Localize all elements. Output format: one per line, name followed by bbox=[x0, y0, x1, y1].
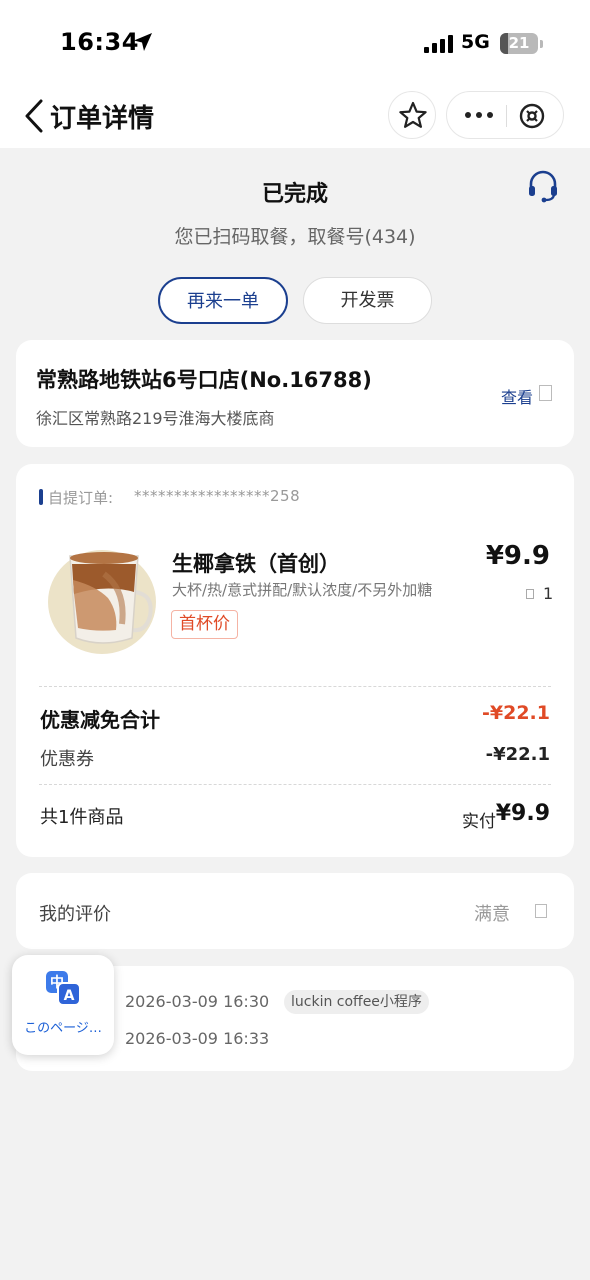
mini-program-capsule bbox=[446, 91, 564, 139]
customer-service-headset-icon[interactable] bbox=[526, 168, 560, 204]
translate-widget[interactable]: 中 A このページ… bbox=[12, 955, 114, 1055]
status-time: 16:34 bbox=[60, 28, 139, 56]
order-source-badge: luckin coffee小程序 bbox=[284, 990, 429, 1014]
chevron-right-icon bbox=[539, 385, 552, 401]
coupon-label: 优惠券 bbox=[40, 749, 94, 770]
translate-icon: 中 A bbox=[46, 971, 81, 1006]
translate-label: このページ… bbox=[24, 1021, 102, 1036]
store-address: 徐汇区常熟路219号淮海大楼底商 bbox=[36, 409, 275, 428]
battery-tip bbox=[540, 40, 543, 48]
star-icon bbox=[399, 101, 427, 128]
product-name: 生椰拿铁（首创） bbox=[172, 552, 340, 576]
reorder-button[interactable]: 再来一单 bbox=[158, 277, 288, 324]
divider bbox=[39, 784, 551, 785]
order-type-marker bbox=[39, 489, 43, 505]
product-image bbox=[48, 550, 156, 654]
capsule-divider bbox=[506, 105, 507, 127]
more-dots-icon[interactable] bbox=[459, 100, 499, 130]
review-label: 我的评价 bbox=[39, 904, 111, 925]
signal-icon bbox=[424, 35, 453, 53]
review-value: 满意 bbox=[474, 904, 510, 925]
first-cup-price-tag: 首杯价 bbox=[171, 610, 238, 639]
discount-total-value: -¥22.1 bbox=[482, 702, 550, 724]
nav-bar: 订单详情 bbox=[0, 88, 590, 146]
close-circle-icon[interactable] bbox=[517, 101, 547, 131]
order-type-label: 自提订单: bbox=[48, 489, 114, 507]
store-name: 常熟路地铁站6号口店(No.16788) bbox=[36, 368, 372, 392]
store-card[interactable]: 常熟路地铁站6号口店(No.16788) 徐汇区常熟路219号淮海大楼底商 查看 bbox=[16, 340, 574, 447]
chevron-right-icon bbox=[535, 904, 547, 918]
battery-percent: 21 bbox=[508, 34, 530, 52]
complete-time: 2026-03-09 16:33 bbox=[125, 1029, 270, 1048]
favorite-button[interactable] bbox=[388, 91, 436, 139]
pickup-info: 您已扫码取餐，取餐号(434) bbox=[174, 226, 416, 248]
order-time: 2026-03-09 16:30 bbox=[125, 992, 270, 1011]
location-arrow-icon bbox=[134, 33, 152, 51]
review-card[interactable]: 我的评价 满意 bbox=[16, 873, 574, 949]
network-type: 5G bbox=[461, 31, 490, 53]
order-number: *****************258 bbox=[134, 487, 301, 505]
order-card: 自提订单: *****************258 生椰拿铁（首创） 大杯/热… bbox=[16, 464, 574, 857]
product-spec: 大杯/热/意式拼配/默认浓度/不另外加糖 bbox=[172, 581, 433, 599]
order-status-title: 已完成 bbox=[261, 182, 328, 207]
battery-icon: 21 bbox=[500, 33, 538, 54]
paid-amount: ¥9.9 bbox=[495, 801, 550, 826]
status-bar: 16:34 5G 21 bbox=[0, 0, 590, 88]
product-quantity: 1 bbox=[543, 584, 554, 603]
invoice-button[interactable]: 开发票 bbox=[303, 277, 432, 324]
quantity-icon bbox=[526, 589, 534, 599]
svg-text:A: A bbox=[64, 988, 75, 1004]
paid-label: 实付 bbox=[462, 812, 496, 832]
divider bbox=[39, 686, 551, 687]
back-chevron-icon[interactable] bbox=[22, 98, 46, 134]
view-store-link[interactable]: 查看 bbox=[501, 384, 533, 408]
item-count: 共1件商品 bbox=[40, 807, 124, 828]
discount-total-label: 优惠减免合计 bbox=[40, 708, 160, 732]
product-price: ¥9.9 bbox=[485, 541, 550, 571]
coupon-value: -¥22.1 bbox=[485, 744, 550, 765]
page-title: 订单详情 bbox=[50, 104, 155, 134]
